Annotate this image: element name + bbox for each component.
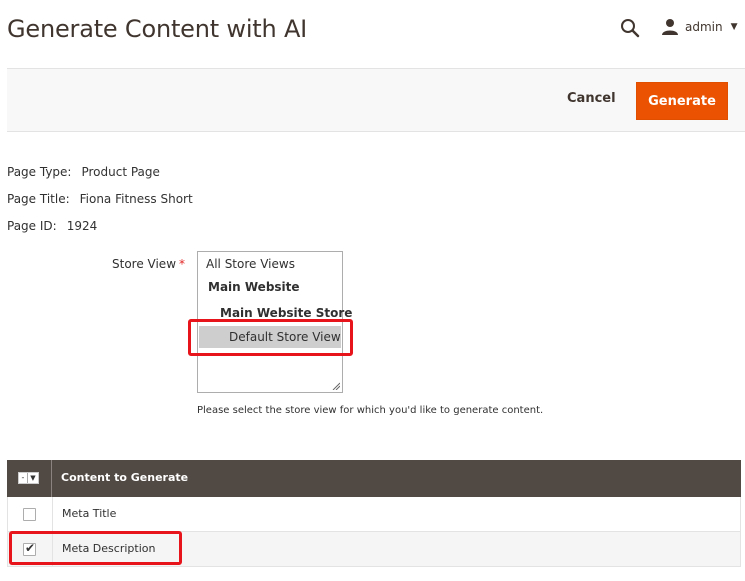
user-icon bbox=[662, 19, 678, 35]
page-id-row: Page ID: 1924 bbox=[7, 219, 97, 233]
resize-handle-icon[interactable] bbox=[332, 382, 340, 390]
caret-down-icon: ▼ bbox=[730, 22, 738, 32]
store-view-label: Store View bbox=[112, 257, 177, 271]
store-view-hint: Please select the store view for which y… bbox=[197, 405, 544, 416]
meta-title-checkbox[interactable] bbox=[23, 508, 36, 521]
user-menu[interactable]: admin ▼ bbox=[661, 16, 738, 38]
page-title-row: Page Title: Fiona Fitness Short bbox=[7, 192, 193, 206]
page-type-value: Product Page bbox=[81, 165, 160, 179]
chevron-down-icon[interactable]: ▼ bbox=[28, 474, 38, 482]
page-id-label: Page ID: bbox=[7, 219, 57, 233]
page-actions-bar: Cancel Generate bbox=[7, 68, 745, 132]
highlight-box-store-view bbox=[188, 319, 353, 356]
generate-button[interactable]: Generate bbox=[636, 82, 728, 120]
header-divider bbox=[51, 460, 52, 497]
page-title-value: Fiona Fitness Short bbox=[79, 192, 193, 206]
required-indicator: * bbox=[179, 257, 185, 271]
store-option-all-store-views[interactable]: All Store Views bbox=[198, 253, 342, 275]
table-row[interactable]: Meta Title bbox=[7, 497, 741, 532]
mass-select-checkbox[interactable]: - bbox=[19, 473, 28, 483]
row-label-meta-title: Meta Title bbox=[62, 507, 117, 520]
store-option-main-website[interactable]: Main Website bbox=[198, 276, 342, 298]
mass-select-dropdown[interactable]: - ▼ bbox=[18, 472, 39, 484]
user-name: admin bbox=[685, 20, 723, 34]
page-type-label: Page Type: bbox=[7, 165, 72, 179]
cancel-button[interactable]: Cancel bbox=[563, 91, 620, 106]
row-divider bbox=[52, 497, 53, 532]
highlight-box-meta-description bbox=[9, 531, 182, 565]
page-type-row: Page Type: Product Page bbox=[7, 165, 160, 179]
search-icon[interactable] bbox=[620, 18, 640, 38]
column-header-content: Content to Generate bbox=[61, 471, 189, 484]
page-id-value: 1924 bbox=[66, 219, 98, 233]
page-title: Generate Content with AI bbox=[7, 15, 308, 43]
page-title-label: Page Title: bbox=[7, 192, 70, 206]
grid-header: - ▼ Content to Generate bbox=[7, 460, 741, 497]
